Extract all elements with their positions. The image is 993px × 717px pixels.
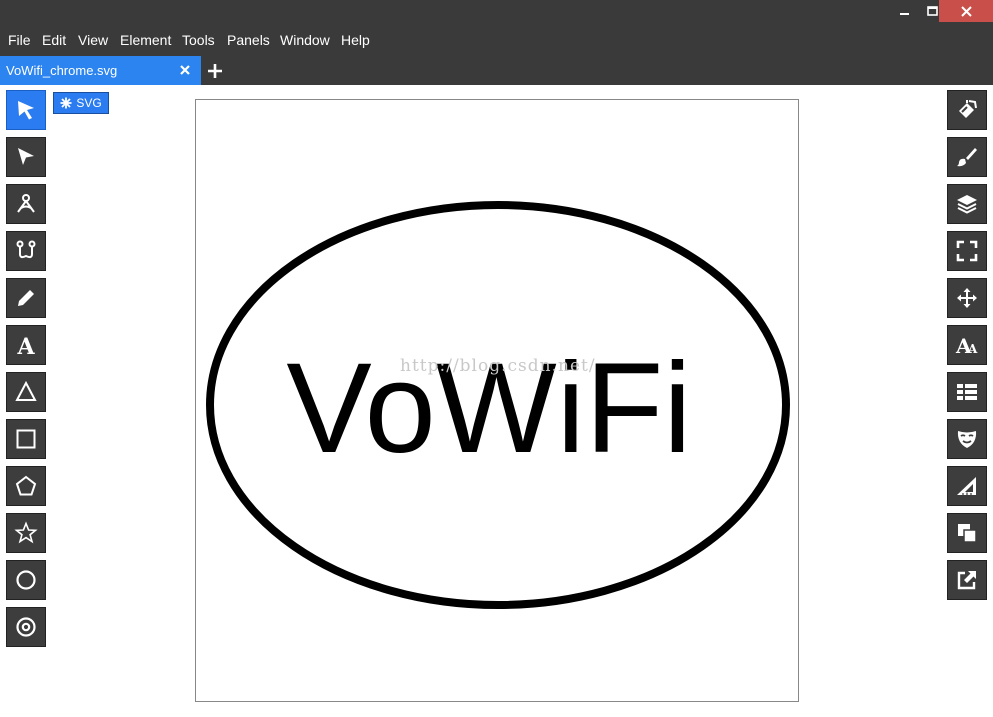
menu-edit[interactable]: Edit [42, 24, 66, 56]
edit-nodes-icon [16, 240, 36, 259]
edit-nodes-tool[interactable] [6, 231, 46, 271]
mask-panel-button[interactable] [947, 419, 987, 459]
node-select-tool[interactable] [6, 137, 46, 177]
asterisk-icon [60, 97, 72, 109]
title-bar [0, 0, 993, 24]
text-tool[interactable]: A [6, 325, 46, 365]
measure-panel-button[interactable] [947, 466, 987, 506]
circle-icon [16, 570, 36, 590]
circle-tool[interactable] [6, 560, 46, 600]
breadcrumb-label: SVG [76, 96, 102, 110]
svg-text:A: A [16, 334, 35, 357]
fullscreen-icon [956, 240, 978, 262]
transform-tool[interactable] [6, 184, 46, 224]
menu-help[interactable]: Help [341, 24, 370, 56]
export-panel-button[interactable] [947, 560, 987, 600]
new-tab-icon[interactable] [207, 63, 223, 79]
star-icon [14, 521, 38, 544]
tab-bar: VoWifi_chrome.svg [0, 56, 993, 85]
menu-tools[interactable]: Tools [182, 24, 215, 56]
menu-element[interactable]: Element [120, 24, 171, 56]
selection-arrow-icon [18, 101, 34, 120]
brush-icon [957, 148, 977, 167]
list-icon [957, 384, 977, 400]
pencil-icon [18, 290, 34, 306]
font-size-icon: AA [955, 334, 978, 357]
node-arrow-icon [18, 148, 34, 165]
menu-panels[interactable]: Panels [227, 24, 270, 56]
tab-title: VoWifi_chrome.svg [6, 63, 118, 78]
close-window-button[interactable] [939, 0, 993, 22]
move-icon [957, 288, 977, 308]
transform-icon [17, 194, 35, 213]
triangle-icon [15, 380, 37, 401]
layers-panel-button[interactable] [947, 184, 987, 224]
pencil-tool[interactable] [6, 278, 46, 318]
tab-document[interactable]: VoWifi_chrome.svg [0, 56, 201, 85]
ring-tool[interactable] [6, 607, 46, 647]
breadcrumb-svg[interactable]: SVG [53, 92, 109, 114]
menu-bar: File Edit View Element Tools Panels Wind… [0, 24, 993, 56]
svg-text:A: A [967, 342, 978, 356]
ruler-icon [957, 477, 976, 495]
minimize-icon [899, 13, 909, 15]
fill-bucket-icon [959, 100, 977, 118]
star-tool[interactable] [6, 513, 46, 553]
menu-window[interactable]: Window [280, 24, 330, 56]
minimize-button[interactable] [889, 0, 920, 22]
rectangle-tool[interactable] [6, 419, 46, 459]
text-tool-icon: A [16, 334, 35, 357]
watermark-text: http://blog.csdn.net/ [400, 356, 596, 376]
export-icon [957, 571, 976, 590]
fill-panel-button[interactable] [947, 90, 987, 130]
tab-close-icon[interactable] [178, 63, 192, 77]
mask-icon [957, 431, 977, 448]
stroke-panel-button[interactable] [947, 137, 987, 177]
selection-tool[interactable] [6, 90, 46, 130]
arrange-panel-button[interactable] [947, 513, 987, 553]
attributes-panel-button[interactable] [947, 372, 987, 412]
fullscreen-button[interactable] [947, 231, 987, 271]
pentagon-icon [15, 475, 37, 496]
triangle-tool[interactable] [6, 372, 46, 412]
rectangle-icon [16, 429, 36, 449]
arrange-icon [958, 524, 977, 543]
close-icon [960, 5, 972, 17]
layers-icon [957, 195, 977, 214]
svg-artboard[interactable]: VoWiFi [195, 99, 799, 702]
position-panel-button[interactable] [947, 278, 987, 318]
menu-file[interactable]: File [8, 24, 31, 56]
document-canvas[interactable]: VoWiFi [196, 100, 798, 701]
pentagon-tool[interactable] [6, 466, 46, 506]
font-panel-button[interactable]: AA [947, 325, 987, 365]
ring-icon [16, 617, 36, 637]
menu-view[interactable]: View [78, 24, 108, 56]
maximize-icon [927, 6, 938, 16]
